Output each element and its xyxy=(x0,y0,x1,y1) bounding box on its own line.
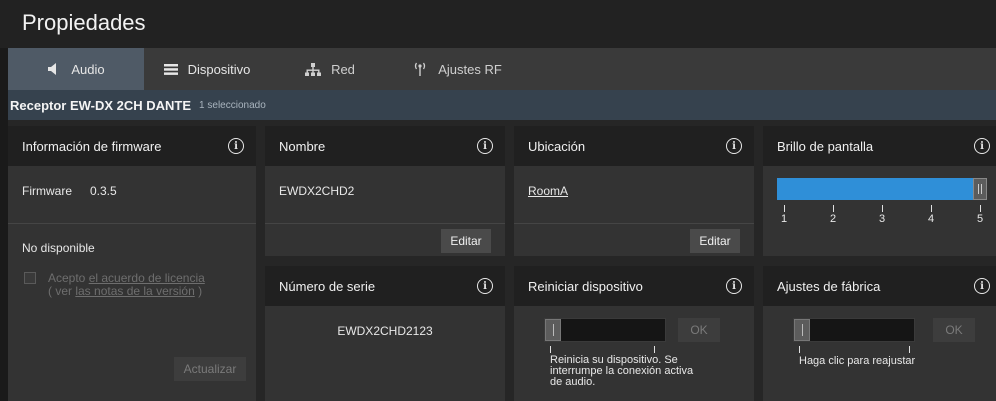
tab-bar: Audio Dispositivo Red Ajustes RF xyxy=(8,48,996,90)
brightness-tick xyxy=(882,205,883,212)
antenna-icon xyxy=(412,62,428,76)
info-icon[interactable]: i xyxy=(228,138,244,154)
license-link[interactable]: el acuerdo de licencia xyxy=(89,271,205,285)
divider xyxy=(514,223,754,224)
tab-red-label: Red xyxy=(331,61,355,77)
brillo-header-label: Brillo de pantalla xyxy=(777,138,874,154)
brightness-tick-label: 1 xyxy=(781,213,788,225)
fabrica-header-label: Ajustes de fábrica xyxy=(777,278,881,294)
brightness-tick-label: 3 xyxy=(879,213,886,225)
tick xyxy=(550,346,551,353)
firmware-header: Información de firmware xyxy=(8,126,256,166)
info-icon[interactable]: i xyxy=(726,278,742,294)
edit-nombre-button[interactable]: Editar xyxy=(441,229,491,253)
tab-red[interactable]: Red xyxy=(270,48,390,90)
tab-audio[interactable]: Audio xyxy=(8,48,144,90)
firmware-label: Firmware xyxy=(22,184,72,198)
factory-reset-ok-button[interactable]: OK xyxy=(933,318,975,342)
info-icon[interactable]: i xyxy=(477,138,493,154)
brillo-header: Brillo de pantalla xyxy=(763,126,996,166)
window-title: Propiedades xyxy=(22,10,146,35)
brillo-panel: Brillo de pantalla i 1 2 3 4 5 xyxy=(763,126,996,256)
tab-audio-label: Audio xyxy=(71,61,105,77)
license-text: Acepto el acuerdo de licencia xyxy=(48,271,205,285)
brightness-tick-label: 5 xyxy=(977,213,984,225)
brightness-tick-label: 4 xyxy=(928,213,935,225)
ubicacion-header-label: Ubicación xyxy=(528,138,586,154)
divider xyxy=(8,223,256,224)
network-icon xyxy=(305,62,322,76)
edit-ubicacion-button[interactable]: Editar xyxy=(690,229,740,253)
info-icon[interactable]: i xyxy=(974,278,990,294)
selection-count: 1 seleccionado xyxy=(199,99,266,111)
restart-hint: Reinicia su dispositivo. Se interrumpe l… xyxy=(550,355,693,388)
tab-ajustes-rf[interactable]: Ajustes RF xyxy=(390,48,524,90)
reiniciar-header-label: Reiniciar dispositivo xyxy=(528,278,643,294)
brightness-tick xyxy=(931,205,932,212)
factory-reset-slider[interactable] xyxy=(793,318,915,342)
tab-ajustes-rf-label: Ajustes RF xyxy=(438,61,502,77)
tick xyxy=(909,346,910,353)
serie-value: EWDX2CHD2123 xyxy=(337,324,433,338)
info-icon[interactable]: i xyxy=(477,278,493,294)
brightness-tick xyxy=(784,205,785,212)
brightness-handle[interactable] xyxy=(973,178,987,200)
nombre-header: Nombre xyxy=(265,126,505,166)
tab-dispositivo-label: Dispositivo xyxy=(187,61,251,77)
reiniciar-header: Reiniciar dispositivo xyxy=(514,266,754,306)
nombre-value: EWDX2CHD2 xyxy=(279,184,355,198)
restart-hint-line: de audio. xyxy=(550,376,596,388)
reiniciar-panel: Reiniciar dispositivo i OK Reinicia su d… xyxy=(514,266,754,401)
brightness-fill xyxy=(777,178,980,200)
info-icon[interactable]: i xyxy=(974,138,990,154)
firmware-status: No disponible xyxy=(22,241,95,255)
factory-reset-slider-handle[interactable] xyxy=(794,319,810,341)
release-notes-text: ( ver las notas de la versión ) xyxy=(48,284,202,298)
fabrica-panel: Ajustes de fábrica i OK Haga clic para r… xyxy=(763,266,996,401)
firmware-panel: Información de firmware i Firmware 0.3.5… xyxy=(8,126,256,401)
device-bar: Receptor EW-DX 2CH DANTE 1 seleccionado xyxy=(8,90,996,120)
restart-slider-handle[interactable] xyxy=(545,319,561,341)
notes-suffix: ) xyxy=(198,284,203,298)
nombre-header-label: Nombre xyxy=(279,138,326,154)
factory-reset-hint: Haga clic para reajustar xyxy=(799,355,916,367)
firmware-version: 0.3.5 xyxy=(90,184,117,198)
brightness-slider[interactable] xyxy=(777,178,987,200)
tick xyxy=(799,346,800,353)
divider xyxy=(265,223,505,224)
brightness-tick xyxy=(980,205,981,212)
notes-prefix: ( ver xyxy=(48,284,72,298)
restart-ok-button[interactable]: OK xyxy=(678,318,720,342)
ubicacion-header: Ubicación xyxy=(514,126,754,166)
brightness-tick xyxy=(833,205,834,212)
list-icon xyxy=(163,63,178,75)
title-bar: Propiedades xyxy=(0,0,996,48)
release-notes-link[interactable]: las notas de la versión xyxy=(75,284,194,298)
nombre-panel: Nombre i EWDX2CHD2 Editar xyxy=(265,126,505,256)
info-icon[interactable]: i xyxy=(726,138,742,154)
fabrica-header: Ajustes de fábrica xyxy=(763,266,996,306)
properties-content: Información de firmware i Firmware 0.3.5… xyxy=(8,120,996,401)
serie-panel: Número de serie i EWDX2CHD2123 xyxy=(265,266,505,401)
restart-slider[interactable] xyxy=(544,318,666,342)
serie-header: Número de serie xyxy=(265,266,505,306)
ubicacion-link[interactable]: RoomA xyxy=(528,184,568,198)
tab-dispositivo[interactable]: Dispositivo xyxy=(144,48,270,90)
tick xyxy=(654,346,655,353)
brightness-tick-label: 2 xyxy=(830,213,837,225)
update-button[interactable]: Actualizar xyxy=(174,357,246,381)
serie-header-label: Número de serie xyxy=(279,278,376,294)
ubicacion-panel: Ubicación i RoomA Editar xyxy=(514,126,754,256)
firmware-header-label: Información de firmware xyxy=(22,138,162,154)
speaker-icon xyxy=(47,63,61,75)
device-name: Receptor EW-DX 2CH DANTE xyxy=(10,97,192,113)
license-checkbox[interactable] xyxy=(24,272,36,284)
accept-prefix: Acepto xyxy=(48,271,86,285)
